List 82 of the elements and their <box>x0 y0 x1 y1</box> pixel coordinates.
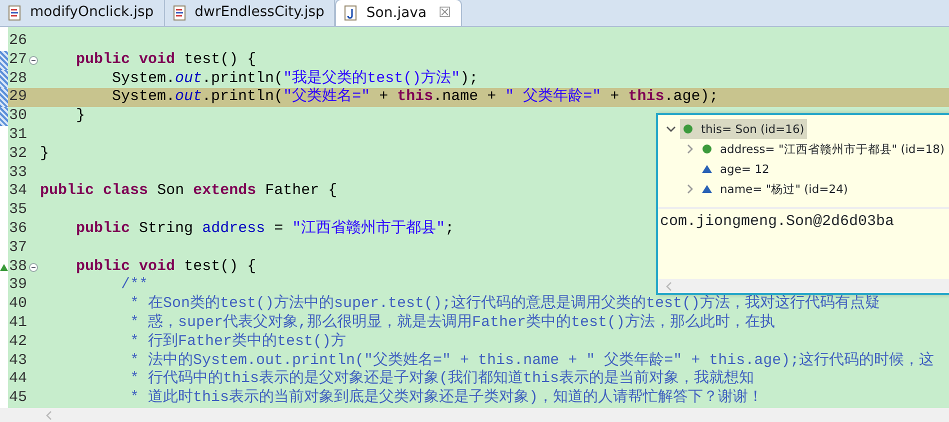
editor-tab[interactable]: modifyOnclick.jsp <box>0 0 165 26</box>
code-text: } <box>76 107 86 124</box>
code-text: address <box>202 220 266 237</box>
code-text: this <box>628 88 664 106</box>
code-text: System. <box>112 70 176 87</box>
variable-tree-item[interactable]: age= 12 <box>699 159 772 179</box>
code-text: public <box>40 182 94 200</box>
line-number: 35 <box>9 201 28 220</box>
code-comment: * 行代码中的this表示的是父对象还是子对象(我们都知道this表示的是当前对象，我就想知 <box>130 370 754 388</box>
close-icon[interactable]: ☒ <box>438 2 452 24</box>
code-comment: * 法中的System.out.println("父类姓名=" + this.name + " 父类年龄=" + this.age);这行代码的时候，这 <box>130 352 934 369</box>
line-number: 45 <box>9 389 28 408</box>
code-text: ); <box>460 70 478 87</box>
code-comment: * 惑，super代表父对象,那么很明显，就是去调用Father类中的test()方法，那么此时，在执 <box>130 314 776 331</box>
line-number: 36 <box>9 220 28 239</box>
variable-tree-item[interactable]: name= "杨过" (id=24) <box>699 179 851 199</box>
line-number: 27 <box>9 50 28 70</box>
code-text: "我是父类的test()方法" <box>283 70 460 87</box>
line-number: 42 <box>9 332 28 352</box>
line-number: 40 <box>9 295 28 314</box>
code-text: class <box>103 182 148 200</box>
code-text: .println( <box>202 88 284 106</box>
line-number: 31 <box>9 126 28 145</box>
code-text: .name + <box>433 88 498 106</box>
collapsed-chevron-icon[interactable] <box>685 144 695 154</box>
line-number: 32 <box>9 144 28 164</box>
line-number: 33 <box>9 164 28 182</box>
fold-icon[interactable] <box>29 262 38 272</box>
line-number: 26 <box>9 32 28 51</box>
code-text: public <box>76 50 130 68</box>
line-number: 34 <box>9 182 28 202</box>
line-number: 41 <box>9 314 28 333</box>
java-file-icon <box>344 5 358 21</box>
variable-tree-item[interactable]: this= Son (id=16) <box>680 119 808 139</box>
line-number: 29 <box>9 88 28 108</box>
circle-icon <box>702 144 712 154</box>
code-text: "江西省赣州市于都县" <box>292 220 446 237</box>
editor-tab[interactable]: Son.java ☒ <box>335 0 462 26</box>
scroll-left-icon[interactable] <box>666 282 672 290</box>
code-text: + <box>610 88 620 106</box>
code-text: Father { <box>265 182 338 200</box>
code-text: .println( <box>202 70 284 87</box>
code-text: .age); <box>664 88 718 106</box>
code-text: "父类姓名=" <box>283 88 370 106</box>
collapsed-chevron-icon[interactable] <box>685 184 695 194</box>
line-number: 39 <box>9 276 28 296</box>
circle-icon <box>683 124 693 134</box>
variable-tree-item[interactable]: address= "江西省赣州市于都县" (id=18) <box>699 139 948 159</box>
code-text: void <box>139 258 176 275</box>
code-text: System. <box>112 88 176 106</box>
code-comment: /** <box>121 276 148 294</box>
code-text: + <box>379 88 390 106</box>
line-number: 38 <box>9 258 28 276</box>
expanded-chevron-icon[interactable] <box>666 124 676 134</box>
code-comment: * 道此时this表示的当前对象到底是父类对象还是子类对象)，知道的人请帮忙解答下？谢谢！ <box>130 389 764 406</box>
code-comment: * 行到Father类中的test()方 <box>130 332 346 350</box>
code-text: String <box>139 220 194 237</box>
code-text: this <box>397 88 434 106</box>
code-text: public <box>76 258 130 275</box>
code-text: Son <box>157 182 186 200</box>
line-number: 37 <box>9 238 28 258</box>
line-number: 30 <box>9 107 28 126</box>
code-text: test() { <box>184 50 256 68</box>
code-text: out <box>175 88 202 106</box>
code-text: public <box>76 220 130 237</box>
code-text: extends <box>193 182 256 200</box>
line-number: 44 <box>9 370 28 390</box>
file-icon <box>172 4 187 20</box>
code-text: out <box>175 70 202 87</box>
code-text: void <box>139 50 176 68</box>
code-text: = <box>274 220 284 237</box>
code-text: ; <box>445 220 454 237</box>
editor-tab[interactable]: dwrEndlessCity.jsp <box>164 0 336 26</box>
fold-icon[interactable] <box>29 56 38 65</box>
line-number: 28 <box>9 70 28 88</box>
code-text: " 父类年龄=" <box>505 88 602 106</box>
scroll-left-icon[interactable] <box>46 410 52 420</box>
code-text: } <box>40 144 50 162</box>
code-text: test() { <box>184 258 256 275</box>
line-number: 43 <box>9 352 28 370</box>
code-comment: * 在Son类的test()方法中的super.test();这行代码的意思是调用父类的test()方法，我对这行代码有点疑 <box>130 295 880 312</box>
file-icon <box>8 4 22 20</box>
